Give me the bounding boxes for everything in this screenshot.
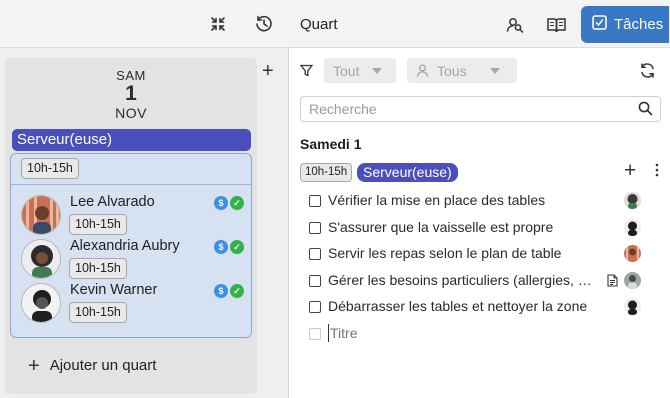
- employee-badges: $ ✓: [214, 284, 244, 298]
- task-text[interactable]: Servir les repas selon le plan de table: [328, 245, 561, 261]
- employee-name: Kevin Warner: [70, 282, 158, 298]
- schedule-toolbar: [0, 0, 289, 48]
- task-text[interactable]: Débarrasser les tables et nettoyer la zo…: [328, 298, 587, 314]
- avatar: [21, 239, 61, 279]
- task-checkbox[interactable]: [309, 248, 321, 260]
- book-icon[interactable]: [545, 14, 567, 36]
- people-filter-value: Tous: [437, 62, 467, 79]
- add-shift-label: Ajouter un quart: [49, 357, 157, 374]
- task-checkbox[interactable]: [309, 195, 321, 207]
- task-item[interactable]: S'assurer que la vaisselle est propre: [309, 218, 645, 238]
- day-month: NOV: [115, 105, 147, 121]
- day-weekday: SAM: [116, 68, 146, 83]
- panel-title: Quart: [300, 16, 338, 33]
- tasks-tab-button[interactable]: Tâches: [581, 6, 669, 43]
- avatar: [624, 298, 641, 315]
- shift-time-pill: 10h-15h: [300, 163, 353, 182]
- date-heading: Samedi 1: [300, 136, 362, 152]
- role-header[interactable]: Serveur(euse): [12, 129, 251, 151]
- employee-row[interactable]: Kevin Warner 10h-15h $ ✓: [21, 282, 251, 326]
- search-icon[interactable]: [638, 101, 653, 121]
- tasks-tab-label: Tâches: [614, 16, 664, 33]
- schedule-panel: + SAM 1 NOV Serveur(euse) 10h-15h Lee Al…: [0, 0, 289, 398]
- task-text[interactable]: S'assurer que la vaisselle est propre: [328, 219, 553, 235]
- avatar: [624, 192, 641, 209]
- shift-card[interactable]: 10h-15h Lee Alvarado 10h-15h $ ✓ Alexand…: [10, 153, 252, 338]
- employee-time-pill: 10h-15h: [69, 302, 127, 323]
- type-filter-value: Tout: [333, 62, 360, 79]
- employee-time-pill: 10h-15h: [69, 214, 127, 235]
- plus-icon: +: [28, 354, 40, 377]
- type-filter-dropdown[interactable]: Tout: [324, 58, 396, 83]
- collapse-arrows-icon[interactable]: [208, 14, 228, 34]
- employee-time-pill: 10h-15h: [69, 258, 127, 279]
- role-chip: Serveur(euse): [357, 163, 458, 182]
- people-filter-dropdown[interactable]: Tous: [407, 58, 517, 83]
- avatar: [624, 245, 641, 262]
- avatar: [624, 219, 641, 236]
- task-checkbox: [309, 328, 321, 340]
- employee-row[interactable]: Alexandria Aubry 10h-15h $ ✓: [21, 238, 251, 282]
- people-search-icon[interactable]: [504, 14, 526, 36]
- employee-badges: $ ✓: [214, 196, 244, 210]
- document-icon[interactable]: [607, 274, 618, 292]
- refresh-icon[interactable]: [639, 62, 656, 84]
- filter-icon: [299, 64, 314, 82]
- more-vertical-icon[interactable]: [655, 163, 659, 182]
- add-day-plus-icon[interactable]: +: [262, 61, 274, 81]
- employee-name: Lee Alvarado: [70, 194, 155, 210]
- add-shift-button[interactable]: + Ajouter un quart: [28, 354, 157, 377]
- task-item[interactable]: Gérer les besoins particuliers (allergie…: [309, 271, 645, 291]
- detail-toolbar: Quart Tâches: [289, 0, 670, 48]
- avatar: [21, 195, 61, 235]
- task-checkbox[interactable]: [309, 275, 321, 287]
- employee-badges: $ ✓: [214, 240, 244, 254]
- day-number: 1: [125, 82, 137, 105]
- check-icon: ✓: [230, 240, 244, 254]
- chevron-down-icon: [372, 68, 382, 74]
- task-checkbox[interactable]: [309, 301, 321, 313]
- dollar-icon: $: [214, 284, 228, 298]
- employee-name: Alexandria Aubry: [70, 238, 180, 254]
- shift-detail-panel: Quart Tâches Tout Tous Recherche Samedi …: [289, 0, 670, 398]
- employee-row[interactable]: Lee Alvarado 10h-15h $ ✓: [21, 194, 251, 238]
- task-text[interactable]: Gérer les besoins particuliers (allergie…: [328, 272, 598, 288]
- task-item[interactable]: Servir les repas selon le plan de table: [309, 244, 645, 264]
- dollar-icon: $: [214, 196, 228, 210]
- avatar: [624, 272, 641, 289]
- shift-time-pill: 10h-15h: [21, 158, 79, 179]
- user-icon: [416, 64, 429, 77]
- new-task-row[interactable]: [309, 324, 645, 344]
- chevron-down-icon: [490, 68, 500, 74]
- new-task-title-input[interactable]: [328, 324, 528, 342]
- add-task-plus-icon[interactable]: +: [624, 160, 636, 182]
- check-icon: ✓: [230, 284, 244, 298]
- search-input[interactable]: [300, 96, 661, 122]
- task-text[interactable]: Vérifier la mise en place des tables: [328, 192, 545, 208]
- task-checkbox[interactable]: [309, 222, 321, 234]
- day-header: SAM 1 NOV: [5, 68, 257, 121]
- clock-history-icon[interactable]: [254, 14, 274, 34]
- task-item[interactable]: Débarrasser les tables et nettoyer la zo…: [309, 297, 645, 317]
- dollar-icon: $: [214, 240, 228, 254]
- checkbox-icon: [592, 15, 607, 34]
- divider: [11, 184, 251, 185]
- check-icon: ✓: [230, 196, 244, 210]
- avatar: [21, 283, 61, 323]
- task-item[interactable]: Vérifier la mise en place des tables: [309, 191, 645, 211]
